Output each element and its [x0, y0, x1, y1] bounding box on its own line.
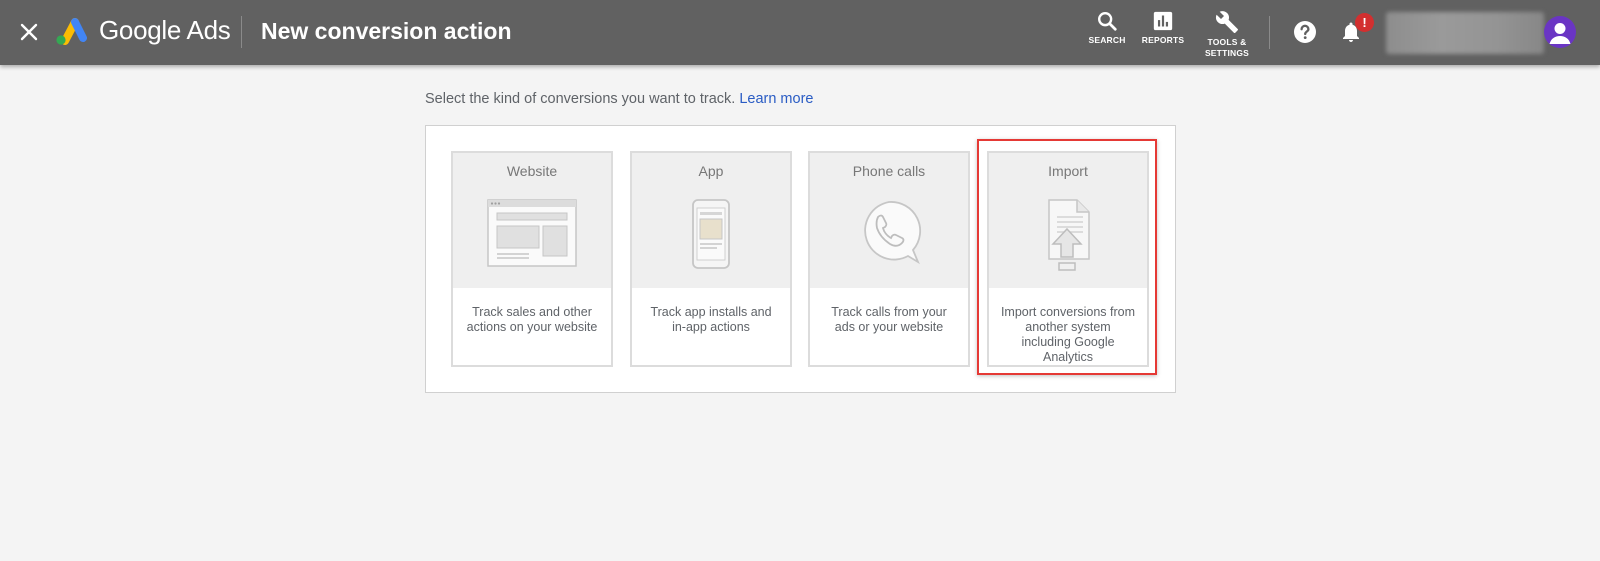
card-description: Import conversions from another system i…	[1000, 305, 1136, 364]
card-import[interactable]: Import Import conversions from another s…	[987, 151, 1149, 367]
card-title: Phone calls	[852, 163, 926, 179]
website-icon	[487, 199, 577, 267]
card-title: App	[698, 163, 724, 179]
reports-icon	[1153, 11, 1173, 31]
google-ads-logo[interactable]	[53, 16, 87, 46]
card-description: Track calls from your ads or your websit…	[831, 305, 947, 334]
top-bar: Google Ads New conversion action SEARCH …	[0, 0, 1600, 65]
card-title: Import	[1048, 163, 1088, 179]
card-header: App	[632, 153, 790, 288]
card-description: Track app installs and in-app actions	[650, 305, 772, 334]
avatar-icon	[1549, 23, 1571, 44]
card-app[interactable]: App Track app installs and in-app action…	[630, 151, 792, 367]
phone-call-icon	[864, 201, 922, 265]
search-icon	[1098, 12, 1117, 31]
search-label: SEARCH	[1088, 35, 1126, 45]
tools-label-line1: TOOLS &	[1207, 37, 1247, 47]
card-phone-calls[interactable]: Phone calls Track calls from your ads or…	[808, 151, 970, 367]
reports-button[interactable]: REPORTS	[1130, 10, 1196, 46]
card-header: Website	[453, 153, 611, 288]
divider	[241, 16, 242, 48]
divider	[1269, 16, 1270, 49]
phone-app-icon	[692, 199, 730, 269]
brand-name: Google Ads	[99, 15, 231, 45]
wrench-icon	[1215, 11, 1238, 33]
tools-label: TOOLS & SETTINGS	[1205, 37, 1249, 59]
card-description: Track sales and other actions on your we…	[466, 305, 598, 334]
close-icon	[20, 23, 38, 41]
card-header: Phone calls	[810, 153, 968, 288]
intro-label: Select the kind of conversions you want …	[425, 91, 736, 107]
card-header: Import	[989, 153, 1147, 288]
page-title: New conversion action	[261, 18, 512, 44]
reports-label: REPORTS	[1141, 35, 1185, 45]
close-button[interactable]	[15, 18, 43, 46]
help-icon[interactable]	[1293, 20, 1317, 44]
notification-badge: !	[1355, 13, 1374, 32]
tools-label-line2: SETTINGS	[1204, 48, 1250, 58]
import-icon	[1048, 199, 1090, 271]
card-title: Website	[506, 163, 558, 179]
avatar[interactable]	[1544, 16, 1576, 48]
account-info[interactable]	[1386, 12, 1544, 54]
card-website[interactable]: Website Track sales and other actions on…	[451, 151, 613, 367]
intro-text: Select the kind of conversions you want …	[425, 91, 813, 107]
tools-settings-button[interactable]: TOOLS & SETTINGS	[1194, 10, 1260, 59]
learn-more-link[interactable]: Learn more	[739, 91, 813, 107]
